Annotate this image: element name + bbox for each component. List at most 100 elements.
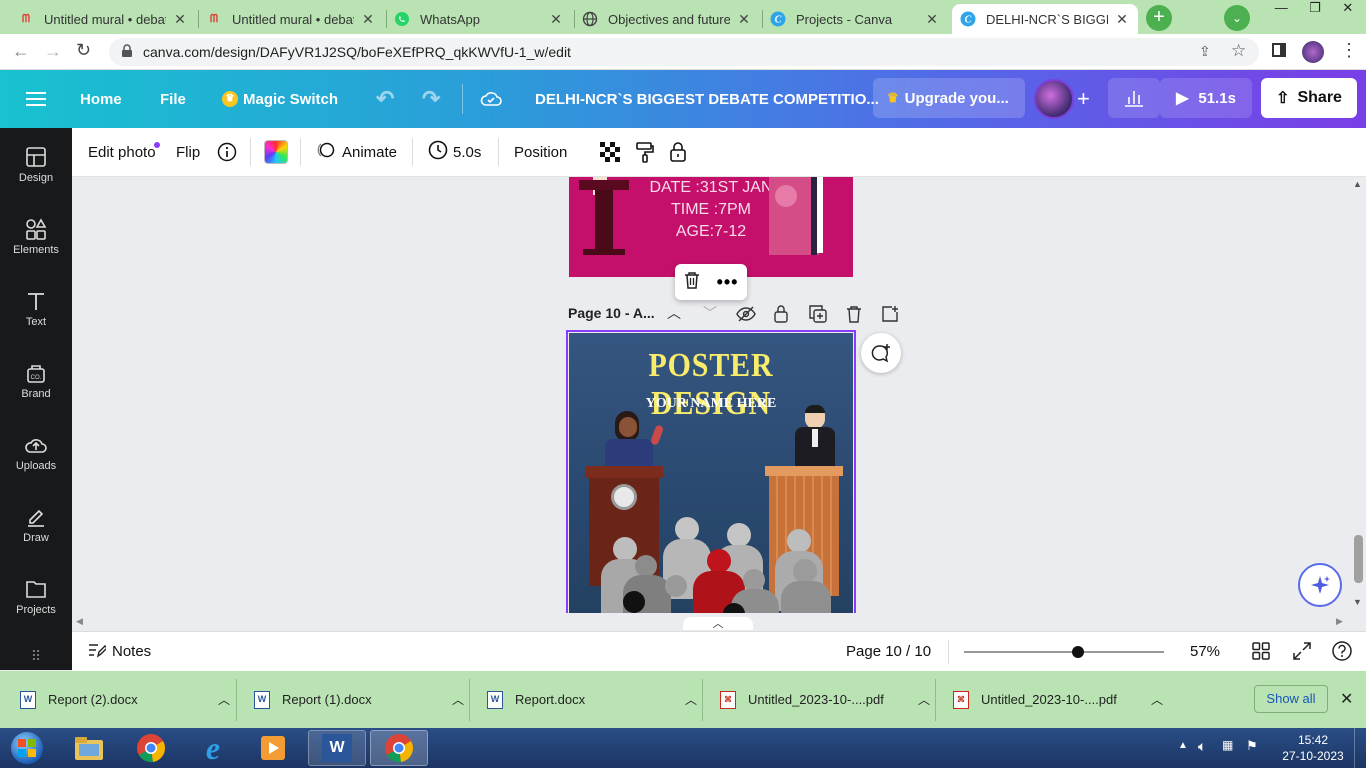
sidebar-item-brand[interactable]: CO. Brand <box>0 362 72 400</box>
restore-window-icon[interactable]: ❐ <box>1309 0 1321 18</box>
zoom-level[interactable]: 57% <box>1190 632 1220 671</box>
page-label[interactable]: Page 10 - A... <box>568 305 655 321</box>
present-play-button[interactable]: ▶ 51.1s <box>1160 78 1252 118</box>
close-tab-icon[interactable]: ✕ <box>360 11 376 28</box>
sidebar-item-design[interactable]: Design <box>0 146 72 184</box>
minimize-window-icon[interactable]: — <box>1275 0 1288 18</box>
download-item[interactable]: W Report.docx ︿ <box>487 671 697 728</box>
chrome-active-window-icon[interactable] <box>370 730 428 766</box>
file-explorer-icon[interactable] <box>64 730 114 766</box>
notes-button[interactable]: Notes <box>88 632 151 671</box>
previous-page-preview[interactable]: DATE :31ST JAN TIME :7PM AGE:7-12 <box>569 177 853 277</box>
chevron-up-icon[interactable]: ︿ <box>452 691 464 708</box>
scrollbar-thumb[interactable] <box>1354 535 1363 583</box>
add-page-icon[interactable] <box>881 305 899 328</box>
scroll-up-arrow-icon[interactable]: ▲ <box>1353 179 1362 189</box>
reload-icon[interactable]: ↻ <box>76 40 91 61</box>
show-desktop-button[interactable] <box>1354 728 1366 768</box>
vertical-scrollbar[interactable]: ▲ ▼ <box>1350 177 1366 613</box>
browser-tab[interactable]: WhatsApp ✕ <box>386 4 572 34</box>
chevron-up-icon[interactable]: ︿ <box>1151 691 1163 708</box>
page-indicator[interactable]: Page 10 / 10 <box>846 632 931 671</box>
side-panel-icon[interactable] <box>1272 43 1286 57</box>
show-hidden-icons-icon[interactable]: ▲ <box>1178 740 1188 751</box>
insights-chart-icon[interactable] <box>1108 78 1160 118</box>
more-options-icon[interactable]: ••• <box>717 272 739 293</box>
share-page-icon[interactable]: ⇪ <box>1199 43 1211 60</box>
hamburger-menu-icon[interactable] <box>26 70 46 128</box>
grid-view-icon[interactable] <box>1252 642 1270 664</box>
download-item[interactable]: ⌘ Untitled_2023-10-....pdf ︿ <box>953 671 1163 728</box>
scroll-right-arrow-icon[interactable]: ▶ <box>1336 616 1343 627</box>
timing-button[interactable]: 5.0s <box>428 128 481 176</box>
more-apps-icon[interactable]: ⠿ <box>0 648 72 665</box>
system-clock[interactable]: 15:42 27-10-2023 <box>1280 732 1346 764</box>
lock-icon[interactable] <box>669 128 687 176</box>
share-button[interactable]: ⇧ Share <box>1261 78 1357 118</box>
flip-button[interactable]: Flip <box>176 128 200 176</box>
sidebar-item-draw[interactable]: Draw <box>0 506 72 544</box>
delete-page-icon[interactable] <box>846 305 862 328</box>
position-button[interactable]: Position <box>514 128 567 176</box>
color-palette-icon[interactable] <box>264 128 288 176</box>
volume-icon[interactable]: 🔈︎ <box>1198 738 1206 755</box>
tab-search-icon[interactable]: ⌄ <box>1224 5 1250 31</box>
poster-page[interactable]: POSTER DESIGN YOUR NAME HERE <box>569 333 853 630</box>
add-collaborator-icon[interactable]: + <box>1077 70 1090 128</box>
windows-start-icon[interactable] <box>2 730 52 766</box>
cloud-saved-icon[interactable] <box>480 70 502 128</box>
animate-button[interactable]: Animate <box>316 128 397 176</box>
info-icon[interactable] <box>217 128 237 176</box>
hide-page-eye-icon[interactable] <box>736 306 756 327</box>
help-icon[interactable] <box>1332 641 1352 665</box>
lock-page-icon[interactable] <box>774 305 788 328</box>
kebab-menu-icon[interactable]: ⋮ <box>1340 40 1358 61</box>
back-arrow-icon[interactable]: ← <box>12 41 30 62</box>
url-field[interactable]: canva.com/design/DAFyVR1J2SQ/boFeXEfPRQ_… <box>109 38 1259 66</box>
file-menu-button[interactable]: File <box>160 70 186 128</box>
browser-tab[interactable]: ᗰ Untitled mural • debate ✕ <box>10 4 196 34</box>
browser-tab-active[interactable]: C DELHI-NCR`S BIGGEST ✕ <box>952 4 1138 34</box>
duplicate-page-icon[interactable] <box>809 305 827 328</box>
design-title[interactable]: DELHI-NCR`S BIGGEST DEBATE COMPETITIO... <box>535 70 879 128</box>
home-button[interactable]: Home <box>80 70 122 128</box>
download-item[interactable]: W Report (1).docx ︿ <box>254 671 464 728</box>
chrome-icon[interactable] <box>126 730 176 766</box>
microsoft-word-icon[interactable]: W <box>308 730 366 766</box>
transparency-icon[interactable] <box>600 128 620 176</box>
scroll-left-arrow-icon[interactable]: ◀ <box>76 616 83 627</box>
new-tab-icon[interactable]: + <box>1146 5 1172 31</box>
network-icon[interactable]: ▦ <box>1222 738 1233 752</box>
upgrade-button[interactable]: ♛ Upgrade you... <box>873 78 1025 118</box>
close-tab-icon[interactable]: ✕ <box>924 11 940 28</box>
design-canvas[interactable]: DATE :31ST JAN TIME :7PM AGE:7-12 ••• Pa… <box>72 177 1366 630</box>
close-window-icon[interactable]: ✕ <box>1342 0 1353 18</box>
fullscreen-icon[interactable] <box>1293 642 1311 664</box>
close-tab-icon[interactable]: ✕ <box>1114 11 1130 28</box>
chevron-up-icon[interactable]: ︿ <box>667 303 681 323</box>
show-all-downloads-button[interactable]: Show all <box>1254 685 1328 713</box>
forward-arrow-icon[interactable]: → <box>44 41 62 62</box>
chevron-up-icon[interactable]: ︿ <box>918 691 930 708</box>
page-thumbnails-toggle-icon[interactable]: ︿ <box>683 617 753 630</box>
download-item[interactable]: ⌘ Untitled_2023-10-....pdf ︿ <box>720 671 930 728</box>
chevron-up-icon[interactable]: ︿ <box>685 691 697 708</box>
sidebar-item-text[interactable]: Text <box>0 290 72 328</box>
internet-explorer-icon[interactable]: e <box>188 730 238 766</box>
magic-switch-button[interactable]: ♛ Magic Switch <box>222 70 338 128</box>
user-avatar[interactable] <box>1034 79 1074 119</box>
bookmark-star-icon[interactable]: ☆ <box>1231 41 1246 61</box>
download-item[interactable]: W Report (2).docx ︿ <box>20 671 230 728</box>
copy-style-paint-roller-icon[interactable] <box>635 128 655 176</box>
zoom-slider-track[interactable] <box>964 651 1164 653</box>
sidebar-item-elements[interactable]: Elements <box>0 218 72 256</box>
add-comment-icon[interactable] <box>861 333 901 373</box>
chevron-down-icon[interactable]: ﹀ <box>703 303 717 323</box>
browser-tab[interactable]: ᗰ Untitled mural • debate ✕ <box>198 4 384 34</box>
media-player-icon[interactable] <box>248 730 298 766</box>
zoom-slider-thumb[interactable] <box>1072 646 1084 658</box>
flag-notification-icon[interactable]: ⚑ <box>1246 738 1258 754</box>
browser-tab[interactable]: Objectives and future p ✕ <box>574 4 760 34</box>
edit-photo-button[interactable]: Edit photo <box>88 128 160 176</box>
close-downloads-icon[interactable]: ✕ <box>1340 689 1353 709</box>
